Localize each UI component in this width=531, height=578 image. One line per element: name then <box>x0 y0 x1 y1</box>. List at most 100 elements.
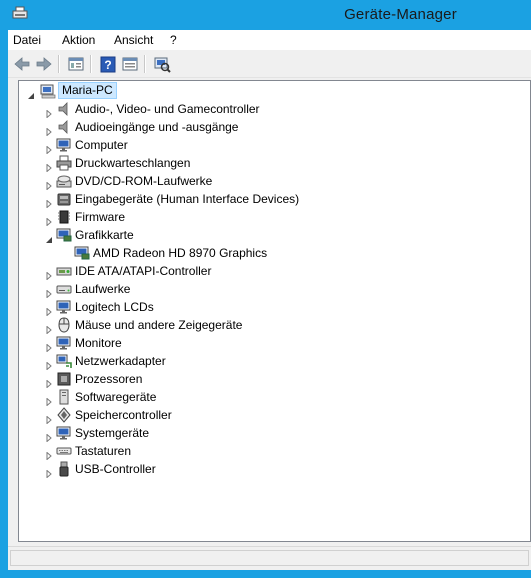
tree-category-item[interactable]: Speichercontroller <box>19 406 519 425</box>
hid-icon <box>56 191 72 207</box>
expand-arrow-icon[interactable] <box>45 303 53 317</box>
tree-item-label: Monitore <box>75 336 122 350</box>
software-device-icon <box>56 389 72 405</box>
expand-arrow-icon[interactable] <box>45 285 53 299</box>
tree-item-label: Systemgeräte <box>75 426 150 440</box>
menu-aktion[interactable]: Aktion <box>62 33 95 47</box>
menu-datei[interactable]: Datei <box>13 33 41 47</box>
expand-arrow-icon[interactable] <box>45 267 53 281</box>
display-adapter-icon <box>56 227 72 243</box>
details-view-icon <box>122 57 138 71</box>
tree-category-item[interactable]: Audioeingänge und -ausgänge <box>19 118 519 137</box>
device-tree[interactable]: Maria-PC Audio-, Video- und Gamecontrolle… <box>18 80 531 542</box>
tree-item-label: Grafikkarte <box>75 228 134 242</box>
tree-category-item[interactable]: Netzwerkadapter <box>19 352 519 371</box>
help-button[interactable]: ? <box>98 54 118 74</box>
tree-category-item[interactable]: USB-Controller <box>19 460 519 479</box>
tree-item-label: Tastaturen <box>75 444 132 458</box>
help-icon: ? <box>100 56 116 73</box>
tree-root[interactable]: Maria-PC <box>19 82 519 100</box>
tree-item-label: AMD Radeon HD 8970 Graphics <box>93 246 268 260</box>
tree-category-item[interactable]: IDE ATA/ATAPI-Controller <box>19 262 519 281</box>
expand-arrow-icon[interactable] <box>45 123 53 137</box>
toolbar: ? <box>8 51 531 78</box>
monitor-icon <box>56 335 72 351</box>
processor-icon <box>56 371 72 387</box>
device-manager-window: Datei Aktion Ansicht? ? Maria-PC Audio-, Vi… <box>8 30 531 570</box>
tree-item-label: Netzwerkadapter <box>75 354 166 368</box>
expand-arrow-icon[interactable] <box>45 195 53 209</box>
monitor-icon <box>56 137 72 153</box>
expand-arrow-icon[interactable] <box>45 411 53 425</box>
monitor-icon <box>56 299 72 315</box>
status-bar <box>8 546 531 569</box>
chip-icon <box>56 209 72 225</box>
tree-item-label: Logitech LCDs <box>75 300 154 314</box>
menu-help[interactable]: ? <box>170 33 177 47</box>
title-bar[interactable]: Geräte-Manager <box>0 0 531 30</box>
tree-category-item[interactable]: Eingabegeräte (Human Interface Devices) <box>19 190 519 209</box>
storage-controller-icon <box>56 407 72 423</box>
tree-category-item[interactable]: Druckwarteschlangen <box>19 154 519 173</box>
tree-item-label: Softwaregeräte <box>75 390 157 404</box>
tree-item-label: Speichercontroller <box>75 408 172 422</box>
tree-category-item[interactable]: Monitore <box>19 334 519 353</box>
tree-root-label: Maria-PC <box>58 82 117 99</box>
tree-category-item[interactable]: Audio-, Video- und Gamecontroller <box>19 100 519 119</box>
tree-category-item[interactable]: Laufwerke <box>19 280 519 299</box>
tree-item-label: Eingabegeräte (Human Interface Devices) <box>75 192 300 206</box>
tree-category-item[interactable]: Softwaregeräte <box>19 388 519 407</box>
expand-arrow-icon[interactable] <box>45 105 53 119</box>
menu-bar: Datei Aktion Ansicht? <box>8 30 531 50</box>
monitor-icon <box>56 425 72 441</box>
mouse-icon <box>56 317 72 333</box>
back-arrow-icon <box>14 57 30 71</box>
tree-item-label: USB-Controller <box>75 462 156 476</box>
details-view-button[interactable] <box>120 54 140 74</box>
tree-category-item[interactable]: Logitech LCDs <box>19 298 519 317</box>
collapse-arrow-icon[interactable] <box>27 87 35 99</box>
scan-hardware-icon <box>154 57 171 73</box>
tree-category-item[interactable]: Grafikkarte <box>19 226 519 244</box>
drive-icon <box>56 281 72 297</box>
tree-item-label: Druckwarteschlangen <box>75 156 191 170</box>
tree-category-item[interactable]: Computer <box>19 136 519 155</box>
properties-view-button[interactable] <box>66 54 86 74</box>
tree-item-label: Laufwerke <box>75 282 131 296</box>
expand-arrow-icon[interactable] <box>45 213 53 227</box>
scan-hardware-button[interactable] <box>152 54 172 74</box>
tree-device-item[interactable]: AMD Radeon HD 8970 Graphics <box>19 244 519 262</box>
status-panel <box>10 550 529 566</box>
back-arrow-button[interactable] <box>12 54 32 74</box>
forward-arrow-icon <box>36 57 52 71</box>
tree-category-item[interactable]: Systemgeräte <box>19 424 519 443</box>
forward-arrow-button[interactable] <box>34 54 54 74</box>
expand-arrow-icon[interactable] <box>45 177 53 191</box>
tree-category-item[interactable]: Mäuse und andere Zeigegeräte <box>19 316 519 335</box>
tree-category-item[interactable]: Firmware <box>19 208 519 227</box>
svg-text:?: ? <box>104 58 111 72</box>
expand-arrow-icon[interactable] <box>45 141 53 155</box>
expand-arrow-icon[interactable] <box>45 339 53 353</box>
keyboard-icon <box>56 443 72 459</box>
expand-arrow-icon[interactable] <box>45 321 53 335</box>
tree-item-label: Mäuse und andere Zeigegeräte <box>75 318 243 332</box>
menu-ansicht[interactable]: Ansicht <box>114 33 153 47</box>
tree-item-label: Prozessoren <box>75 372 143 386</box>
tree-item-label: IDE ATA/ATAPI-Controller <box>75 264 212 278</box>
expand-arrow-icon[interactable] <box>45 429 53 443</box>
toolbar-separator <box>58 55 60 73</box>
expand-arrow-icon[interactable] <box>45 375 53 389</box>
expand-arrow-icon[interactable] <box>45 465 53 479</box>
tree-category-item[interactable]: Tastaturen <box>19 442 519 461</box>
expand-arrow-icon[interactable] <box>45 447 53 461</box>
tree-category-item[interactable]: Prozessoren <box>19 370 519 389</box>
expand-arrow-icon[interactable] <box>45 357 53 371</box>
properties-view-icon <box>68 57 84 71</box>
speaker-icon <box>56 119 72 135</box>
expand-arrow-icon[interactable] <box>45 393 53 407</box>
ide-controller-icon <box>56 263 72 279</box>
collapse-arrow-icon[interactable] <box>45 231 53 243</box>
expand-arrow-icon[interactable] <box>45 159 53 173</box>
tree-category-item[interactable]: DVD/CD-ROM-Laufwerke <box>19 172 519 191</box>
